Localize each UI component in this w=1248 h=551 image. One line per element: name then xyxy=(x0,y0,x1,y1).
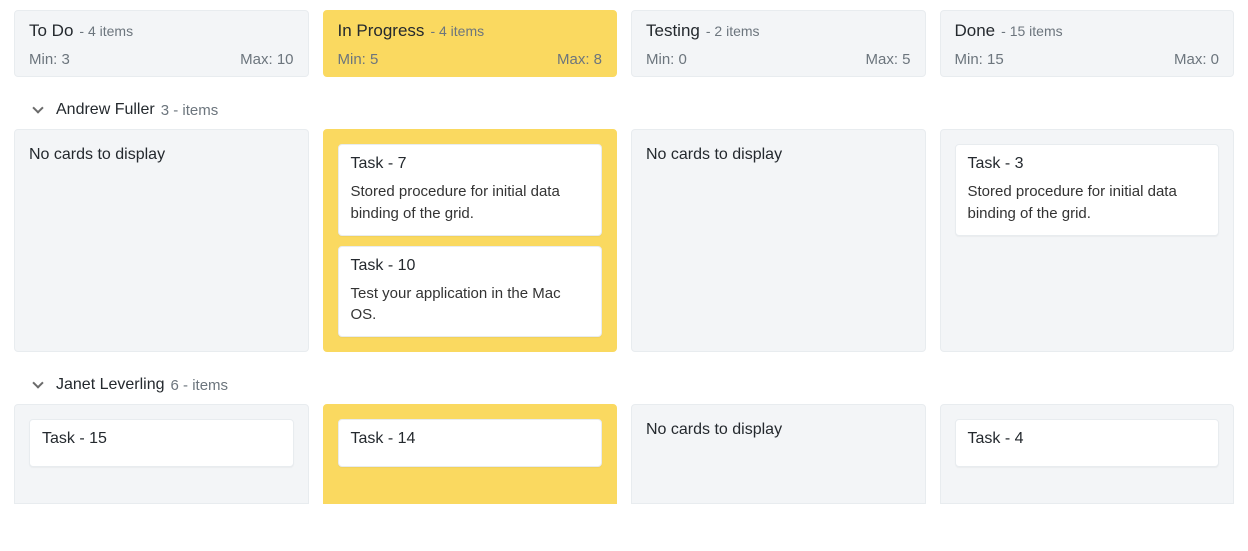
empty-message: No cards to display xyxy=(29,144,294,166)
card-title: Task - 15 xyxy=(42,430,281,448)
chevron-down-icon xyxy=(32,102,43,113)
card-body: Stored procedure for initial data bindin… xyxy=(351,181,590,225)
lane-cell-done[interactable]: Task - 3 Stored procedure for initial da… xyxy=(940,129,1235,352)
column-min: Min: 0 xyxy=(646,51,687,68)
card-title: Task - 3 xyxy=(968,155,1207,173)
column-count: - 4 items xyxy=(430,23,484,39)
swimlane-row-janet: Task - 15 Task - 14 No cards to display … xyxy=(10,404,1238,504)
kanban-card[interactable]: Task - 7 Stored procedure for initial da… xyxy=(338,144,603,236)
column-count: - 15 items xyxy=(1001,23,1062,39)
column-min: Min: 5 xyxy=(338,51,379,68)
column-headers: To Do - 4 items Min: 3 Max: 10 In Progre… xyxy=(10,10,1238,77)
column-max: Max: 8 xyxy=(557,51,602,68)
column-header-testing[interactable]: Testing - 2 items Min: 0 Max: 5 xyxy=(631,10,926,77)
swimlane-name: Janet Leverling xyxy=(56,376,165,394)
column-min: Min: 15 xyxy=(955,51,1004,68)
column-max: Max: 0 xyxy=(1174,51,1219,68)
swimlane-count: 3 - items xyxy=(161,102,219,119)
lane-cell-todo[interactable]: No cards to display xyxy=(14,129,309,352)
empty-message: No cards to display xyxy=(646,419,911,441)
lane-cell-inprogress[interactable]: Task - 7 Stored procedure for initial da… xyxy=(323,129,618,352)
column-header-done[interactable]: Done - 15 items Min: 15 Max: 0 xyxy=(940,10,1235,77)
kanban-card[interactable]: Task - 15 xyxy=(29,419,294,467)
lane-cell-testing[interactable]: No cards to display xyxy=(631,404,926,504)
swimlane-name: Andrew Fuller xyxy=(56,101,155,119)
empty-message: No cards to display xyxy=(646,144,911,166)
lane-cell-done[interactable]: Task - 4 xyxy=(940,404,1235,504)
card-title: Task - 7 xyxy=(351,155,590,173)
swimlane-header-janet[interactable]: Janet Leverling 6 - items xyxy=(10,352,1238,404)
column-max: Max: 5 xyxy=(865,51,910,68)
swimlane-header-andrew[interactable]: Andrew Fuller 3 - items xyxy=(10,77,1238,129)
kanban-card[interactable]: Task - 4 xyxy=(955,419,1220,467)
card-body: Stored procedure for initial data bindin… xyxy=(968,181,1207,225)
chevron-down-icon xyxy=(32,377,43,388)
card-body: Test your application in the Mac OS. xyxy=(351,283,590,327)
kanban-card[interactable]: Task - 10 Test your application in the M… xyxy=(338,246,603,338)
kanban-board: To Do - 4 items Min: 3 Max: 10 In Progre… xyxy=(10,10,1238,504)
column-count: - 2 items xyxy=(706,23,760,39)
lane-cell-inprogress[interactable]: Task - 14 xyxy=(323,404,618,504)
card-title: Task - 14 xyxy=(351,430,590,448)
column-title: In Progress xyxy=(338,21,425,41)
column-title: Testing xyxy=(646,21,700,41)
lane-cell-todo[interactable]: Task - 15 xyxy=(14,404,309,504)
swimlane-row-andrew: No cards to display Task - 7 Stored proc… xyxy=(10,129,1238,352)
lane-cell-testing[interactable]: No cards to display xyxy=(631,129,926,352)
column-header-inprogress[interactable]: In Progress - 4 items Min: 5 Max: 8 xyxy=(323,10,618,77)
column-title: Done xyxy=(955,21,996,41)
card-title: Task - 10 xyxy=(351,257,590,275)
column-header-todo[interactable]: To Do - 4 items Min: 3 Max: 10 xyxy=(14,10,309,77)
column-max: Max: 10 xyxy=(240,51,293,68)
column-count: - 4 items xyxy=(79,23,133,39)
swimlane-count: 6 - items xyxy=(171,377,229,394)
card-title: Task - 4 xyxy=(968,430,1207,448)
column-title: To Do xyxy=(29,21,73,41)
kanban-card[interactable]: Task - 3 Stored procedure for initial da… xyxy=(955,144,1220,236)
kanban-card[interactable]: Task - 14 xyxy=(338,419,603,467)
column-min: Min: 3 xyxy=(29,51,70,68)
